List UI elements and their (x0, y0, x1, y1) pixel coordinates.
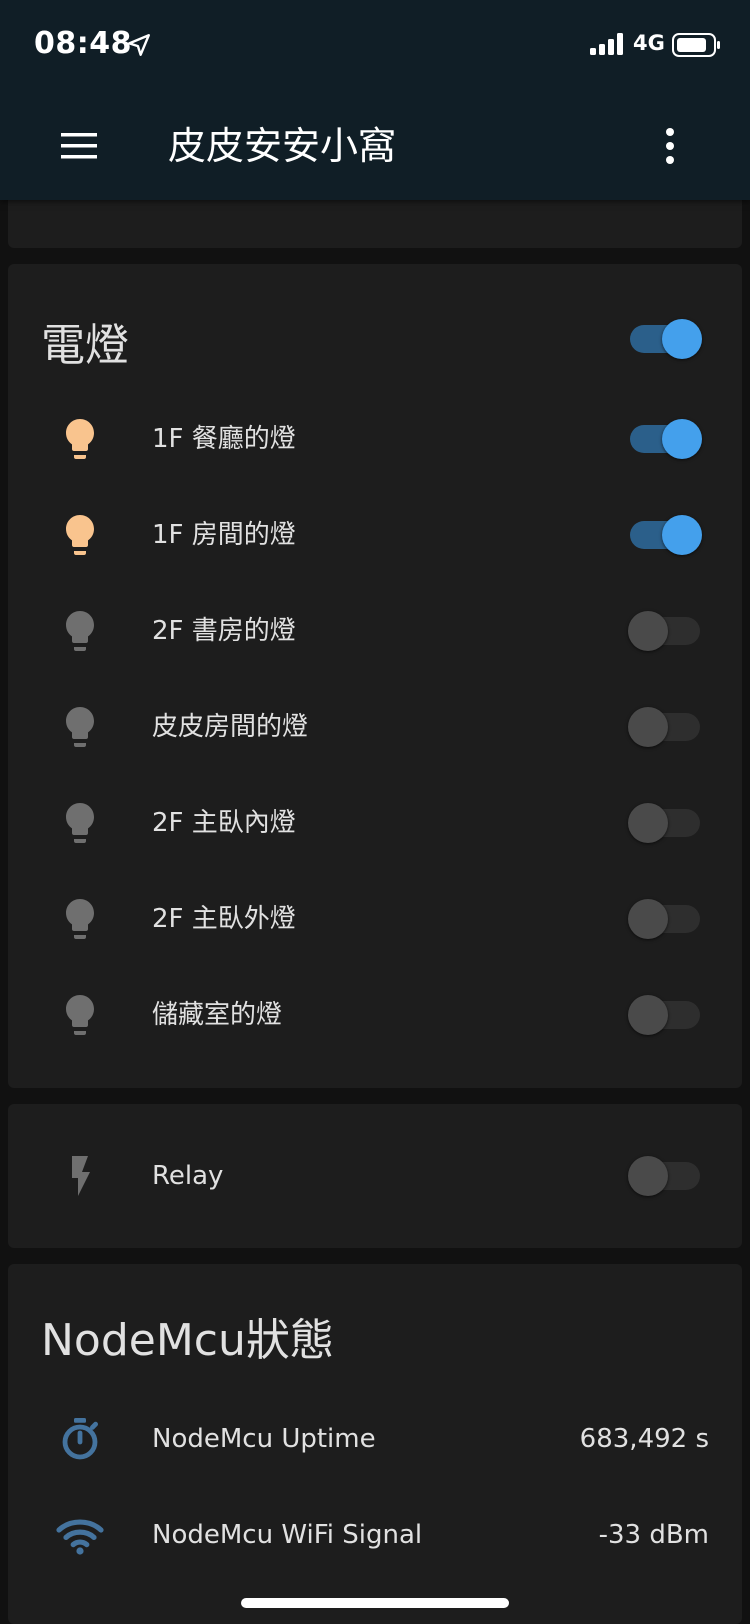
relay-toggle[interactable] (628, 1155, 702, 1197)
light-toggle[interactable] (628, 514, 702, 556)
light-row[interactable]: 2F 主臥外燈 (8, 874, 742, 964)
sensor-label: NodeMcu Uptime (152, 1424, 376, 1454)
light-row[interactable]: 皮皮房間的燈 (8, 682, 742, 772)
wifi-icon (56, 1519, 104, 1555)
more-vertical-icon[interactable] (642, 116, 698, 176)
relay-card: Relay (8, 1104, 742, 1248)
location-arrow-icon (128, 34, 150, 56)
app-screen: { "status_bar": { "time": "08:48", "netw… (0, 0, 750, 1624)
lightbulb-icon (66, 707, 94, 747)
app-bar: 08:48 4G 皮皮安安小窩 (0, 0, 750, 200)
lightbulb-icon (66, 899, 94, 939)
light-toggle[interactable] (628, 898, 702, 940)
nodemcu-status-card: NodeMcu狀態 NodeMcu Uptime 683,492 s NodeM… (8, 1264, 742, 1624)
light-label: 1F 餐廳的燈 (152, 424, 296, 454)
light-toggle[interactable] (628, 802, 702, 844)
battery-icon (672, 33, 720, 57)
lights-card-title: 電燈 (41, 320, 129, 371)
light-row[interactable]: 1F 餐廳的燈 (8, 394, 742, 484)
light-row[interactable]: 2F 書房的燈 (8, 586, 742, 676)
light-row[interactable]: 2F 主臥內燈 (8, 778, 742, 868)
sensor-row-wifi[interactable]: NodeMcu WiFi Signal -33 dBm (8, 1490, 742, 1580)
sensor-label: NodeMcu WiFi Signal (152, 1520, 423, 1550)
lightbulb-icon (66, 419, 94, 459)
lightbulb-icon (66, 803, 94, 843)
lights-card: 電燈 1F 餐廳的燈 1F 房間的燈 2F 書房的燈 皮皮房間的燈 2F 主臥內… (8, 264, 742, 1088)
hamburger-menu-icon[interactable] (52, 118, 108, 174)
light-row[interactable]: 儲藏室的燈 (8, 970, 742, 1060)
sensor-row-uptime[interactable]: NodeMcu Uptime 683,492 s (8, 1394, 742, 1484)
home-indicator[interactable] (241, 1598, 509, 1608)
light-toggle[interactable] (628, 610, 702, 652)
light-toggle[interactable] (628, 706, 702, 748)
light-label: 2F 主臥內燈 (152, 808, 296, 838)
sensor-value: -33 dBm (598, 1520, 709, 1550)
relay-label: Relay (152, 1161, 224, 1191)
status-time: 08:48 (34, 26, 132, 61)
network-type: 4G (633, 31, 665, 55)
sensor-value: 683,492 s (579, 1424, 709, 1454)
lights-master-toggle[interactable] (628, 318, 702, 360)
status-card-title: NodeMcu狀態 (41, 1315, 334, 1366)
timer-icon (62, 1418, 98, 1460)
page-title: 皮皮安安小窩 (168, 124, 397, 168)
cellular-signal-icon (590, 33, 623, 55)
light-label: 1F 房間的燈 (152, 520, 296, 550)
light-toggle[interactable] (628, 994, 702, 1036)
light-row[interactable]: 1F 房間的燈 (8, 490, 742, 580)
lightbulb-icon (66, 515, 94, 555)
light-toggle[interactable] (628, 418, 702, 460)
light-label: 皮皮房間的燈 (152, 712, 309, 742)
lightbulb-icon (66, 995, 94, 1035)
lightbulb-icon (66, 611, 94, 651)
light-label: 儲藏室的燈 (152, 1000, 283, 1030)
light-label: 2F 書房的燈 (152, 616, 296, 646)
relay-row[interactable]: Relay (8, 1131, 742, 1221)
flash-icon (72, 1156, 90, 1196)
light-label: 2F 主臥外燈 (152, 904, 296, 934)
